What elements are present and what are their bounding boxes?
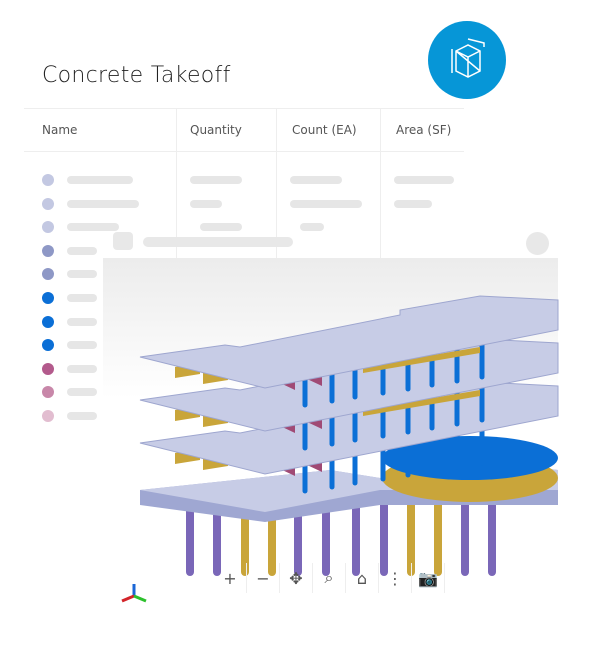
zoom-window-icon[interactable]: ⌕ <box>313 563 346 593</box>
axis-triad-icon <box>121 584 147 603</box>
zoom-out-icon[interactable]: − <box>247 563 280 593</box>
more-icon[interactable]: ⋮ <box>379 563 412 593</box>
pan-icon[interactable]: ✥ <box>280 563 313 593</box>
zoom-in-icon[interactable]: + <box>214 563 247 593</box>
camera-icon[interactable]: 📷 <box>412 563 445 593</box>
home-icon[interactable]: ⌂ <box>346 563 379 593</box>
viewer-toolbar: + − ✥ ⌕ ⌂ ⋮ 📷 <box>214 563 445 593</box>
